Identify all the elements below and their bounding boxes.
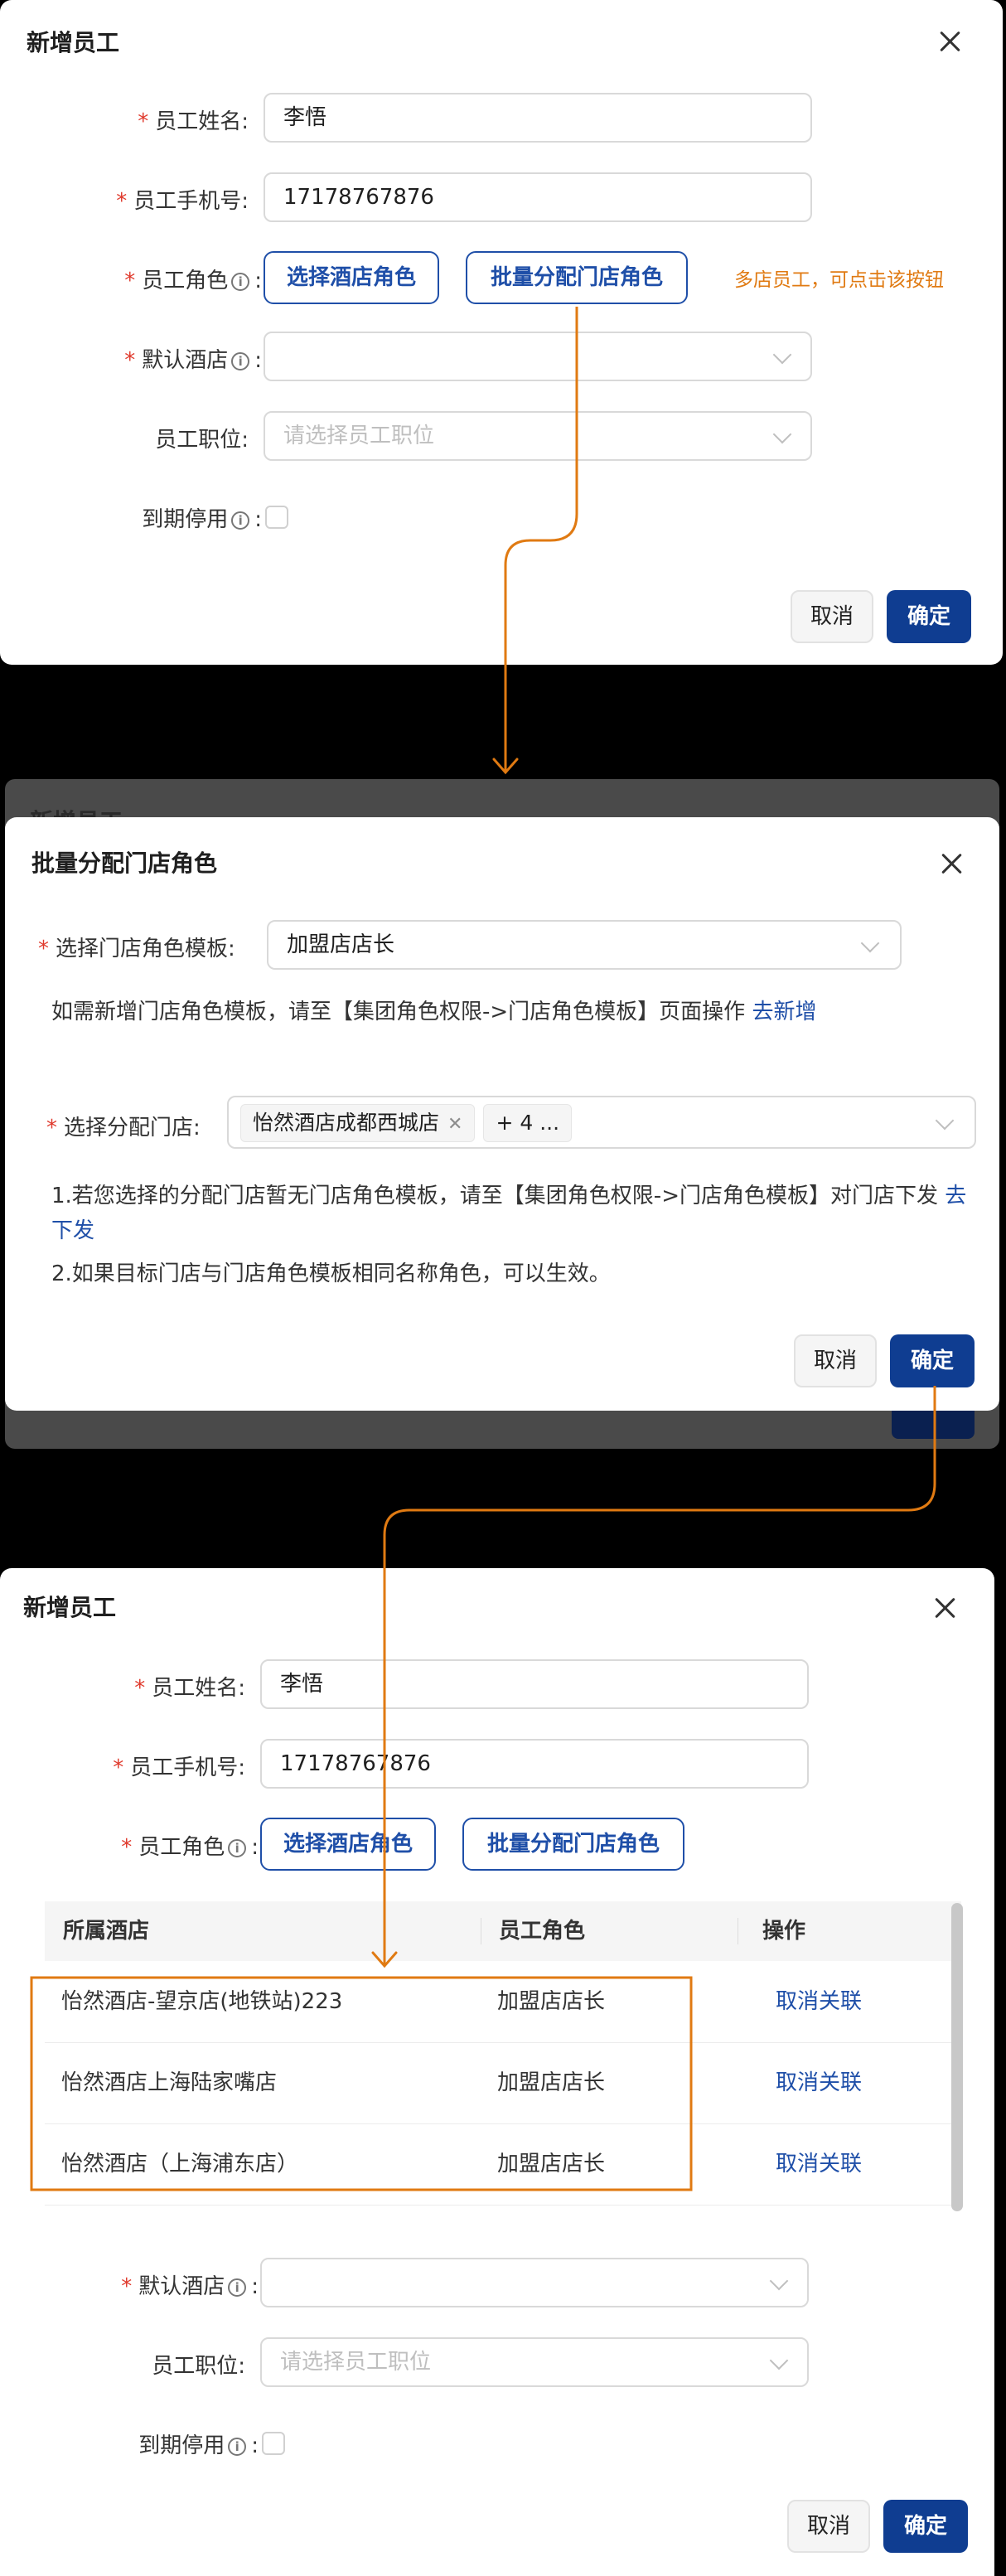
employee-name-label: * 员工姓名: <box>134 1676 245 1701</box>
required-mark: * <box>116 189 128 214</box>
header-action: 操作 <box>762 1919 806 1944</box>
required-mark: * <box>134 1676 146 1701</box>
employee-phone-input[interactable]: 17178767876 <box>264 172 812 222</box>
required-mark: * <box>46 1116 57 1140</box>
employee-phone-label: * 员工手机号: <box>116 189 249 214</box>
employee-name-input[interactable]: 李悟 <box>260 1659 809 1709</box>
required-mark: * <box>38 937 49 961</box>
required-mark: * <box>124 348 136 373</box>
row-role: 加盟店店长 <box>497 1989 606 2014</box>
roles-table-header: 所属酒店 员工角色 操作 <box>45 1901 961 1961</box>
info-icon[interactable]: i <box>228 1838 247 1857</box>
close-icon[interactable] <box>936 849 966 879</box>
position-label: 员工职位: <box>152 2354 245 2379</box>
employee-phone-input[interactable]: 17178767876 <box>260 1739 809 1789</box>
required-mark: * <box>121 2274 133 2299</box>
unlink-button[interactable]: 取消关联 <box>776 2123 862 2205</box>
assign-stores-label: * 选择分配门店: <box>46 1116 201 1140</box>
modal-title: 新增员工 <box>27 29 120 56</box>
position-label: 员工职位: <box>155 428 249 453</box>
unlink-button[interactable]: 取消关联 <box>776 1961 862 2042</box>
expire-disable-checkbox[interactable] <box>265 506 288 529</box>
unlink-button[interactable]: 取消关联 <box>776 2042 862 2123</box>
employee-name-input[interactable]: 李悟 <box>264 93 812 143</box>
employee-role-label: * 员工角色 i: <box>124 269 262 293</box>
row-hotel: 怡然酒店-望京店(地铁站)223 <box>61 1989 343 2014</box>
cancel-button[interactable]: 取消 <box>791 590 873 643</box>
select-hotel-role-button[interactable]: 选择酒店角色 <box>260 1818 436 1871</box>
default-hotel-label: * 默认酒店 i: <box>124 348 262 373</box>
assign-stores-select[interactable]: 怡然酒店成都西城店 ✕ + 4 ... <box>227 1096 976 1149</box>
batch-assign-modal: 批量分配门店角色 * 选择门店角色模板: 加盟店店长 如需新增门店角色模板，请至【… <box>5 817 999 1411</box>
required-mark: * <box>121 1835 133 1860</box>
store-tag: 怡然酒店成都西城店 ✕ <box>240 1103 476 1142</box>
position-select[interactable]: 请选择员工职位 <box>264 411 812 461</box>
add-employee-modal-result: 新增员工 * 员工姓名: 李悟 * 员工手机号: 17178767876 * 员工角色… <box>0 1568 994 2576</box>
row-role: 加盟店店长 <box>497 2152 606 2177</box>
info-icon[interactable]: i <box>228 2278 247 2297</box>
add-template-link[interactable]: 去新增 <box>752 1000 816 1024</box>
expire-disable-checkbox[interactable] <box>262 2432 285 2455</box>
info-icon[interactable]: i <box>231 272 250 291</box>
table-scrollbar[interactable] <box>951 1903 963 2211</box>
batch-assign-store-role-button[interactable]: 批量分配门店角色 <box>466 251 688 304</box>
required-mark: * <box>138 109 149 134</box>
expire-disable-label: 到期停用 i: <box>142 507 262 532</box>
table-row: 怡然酒店（上海浦东店） 加盟店店长 取消关联 <box>45 2123 961 2206</box>
position-select[interactable]: 请选择员工职位 <box>260 2337 809 2387</box>
default-hotel-select[interactable] <box>264 332 812 381</box>
close-icon[interactable] <box>930 1593 960 1623</box>
store-note-2: 2.如果目标门店与门店角色模板相同名称角色，可以生效。 <box>51 1261 611 1286</box>
employee-name-label: * 员工姓名: <box>138 109 249 134</box>
confirm-button[interactable]: 确定 <box>883 2500 968 2553</box>
modal-title: 新增员工 <box>23 1594 117 1621</box>
select-hotel-role-button[interactable]: 选择酒店角色 <box>264 251 439 304</box>
row-hotel: 怡然酒店（上海浦东店） <box>61 2152 299 2177</box>
info-icon[interactable]: i <box>228 2437 247 2456</box>
role-template-label: * 选择门店角色模板: <box>38 937 235 961</box>
template-note: 如需新增门店角色模板，请至【集团角色权限->门店角色模板】页面操作 去新增 <box>51 1000 817 1024</box>
header-role: 员工角色 <box>499 1919 586 1944</box>
employee-phone-label: * 员工手机号: <box>113 1755 245 1780</box>
expire-disable-label: 到期停用 i: <box>138 2433 259 2458</box>
confirm-button[interactable]: 确定 <box>887 590 971 643</box>
store-tag-label: 怡然酒店成都西城店 <box>253 1110 440 1135</box>
role-template-select[interactable]: 加盟店店长 <box>267 920 902 970</box>
default-hotel-label: * 默认酒店 i: <box>121 2274 259 2299</box>
employee-role-label: * 员工角色 i: <box>121 1835 259 1860</box>
row-role: 加盟店店长 <box>497 2070 606 2095</box>
confirm-button[interactable]: 确定 <box>890 1334 975 1387</box>
cancel-button[interactable]: 取消 <box>794 1334 877 1387</box>
row-hotel: 怡然酒店上海陆家嘴店 <box>61 2070 278 2095</box>
required-mark: * <box>113 1755 124 1780</box>
table-row: 怡然酒店上海陆家嘴店 加盟店店长 取消关联 <box>45 2042 961 2124</box>
cancel-button[interactable]: 取消 <box>787 2500 870 2553</box>
table-row: 怡然酒店-望京店(地铁站)223 加盟店店长 取消关联 <box>45 1961 961 2043</box>
batch-assign-store-role-button[interactable]: 批量分配门店角色 <box>462 1818 684 1871</box>
modal-title: 批量分配门店角色 <box>31 850 218 877</box>
required-mark: * <box>124 269 136 293</box>
info-icon[interactable]: i <box>231 351 250 370</box>
multi-store-hint: 多店员工，可点击该按钮 <box>734 269 944 291</box>
remove-tag-icon[interactable]: ✕ <box>447 1114 462 1135</box>
store-note-1: 1.若您选择的分配门店暂无门店角色模板，请至【集团角色权限->门店角色模板】对门… <box>51 1184 967 1243</box>
close-icon[interactable] <box>935 27 965 56</box>
info-icon[interactable]: i <box>231 511 250 530</box>
default-hotel-select[interactable] <box>260 2258 809 2307</box>
arrowhead-1 <box>492 758 519 775</box>
more-stores-tag: + 4 ... <box>483 1103 573 1142</box>
add-employee-modal: 新增员工 * 员工姓名: 李悟 * 员工手机号: 17178767876 * 员工角色… <box>0 0 1003 665</box>
header-hotel: 所属酒店 <box>63 1919 150 1944</box>
